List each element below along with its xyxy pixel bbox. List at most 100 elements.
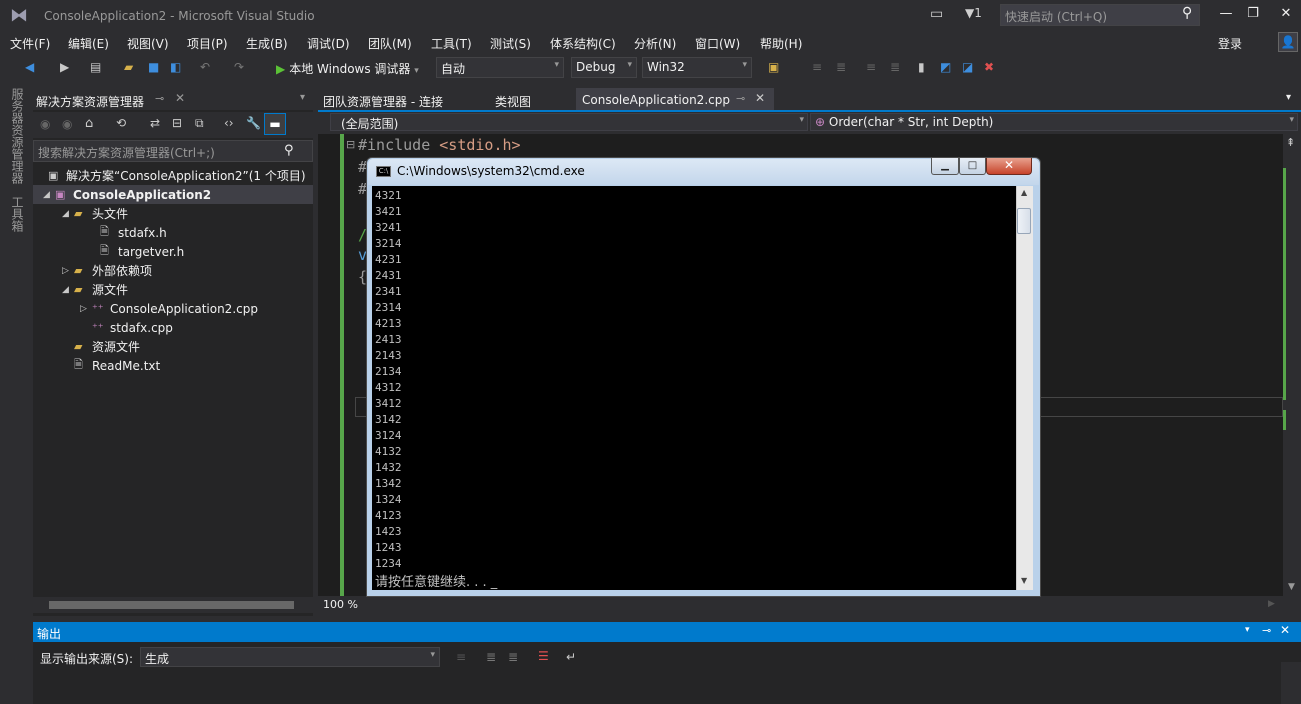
active-tab-label[interactable]: ConsoleApplication2.cpp [582,93,730,107]
home-icon[interactable]: ⌂ [85,116,93,131]
cmd-console-output[interactable] [372,186,1016,590]
next-message-icon[interactable]: ≣ [508,650,518,664]
scope-dropdown[interactable]: (全局范围) ▾ [330,113,808,131]
server-explorer-tab[interactable]: 服务器资源管理器 [9,88,26,184]
menu-build[interactable]: 生成(B) [246,35,288,52]
tree-item-main-cpp[interactable]: ▷ ⁺⁺ ConsoleApplication2.cpp [80,299,258,318]
tree-item-project[interactable]: ◢ ▣ ConsoleApplication2 [33,185,313,204]
notification-icon[interactable]: ▭ [930,6,943,22]
menu-edit[interactable]: 编辑(E) [68,35,109,52]
menu-project[interactable]: 项目(P) [187,35,228,52]
expanded-icon[interactable]: ◢ [62,209,74,219]
cmd-maximize-button[interactable]: □ [959,158,986,175]
word-wrap-icon[interactable]: ↵ [566,650,576,664]
split-icon[interactable]: ⇞ [1286,136,1295,149]
forward-icon[interactable]: ◉ [62,117,72,131]
scroll-thumb[interactable] [49,601,294,609]
editor-vscroll[interactable]: ⇞ ▼ [1283,134,1301,596]
menu-help[interactable]: 帮助(H) [760,35,802,52]
scroll-down-icon[interactable]: ▼ [1021,576,1027,585]
expanded-icon[interactable]: ◢ [62,285,74,295]
menu-analyze[interactable]: 分析(N) [634,35,676,52]
pin-icon[interactable]: ⊸ [1262,624,1271,637]
solution-explorer-hscroll[interactable] [33,597,313,613]
menu-team[interactable]: 团队(M) [368,35,412,52]
pin-icon[interactable]: ⊸ [155,92,164,105]
close-button[interactable]: ✕ [1274,4,1298,24]
tab-list-dropdown-icon[interactable]: ▾ [1286,92,1291,103]
redo-icon[interactable]: ↷ [234,60,244,74]
refresh-icon[interactable]: ⇄ [150,116,160,130]
save-icon[interactable]: ■ [148,60,159,74]
filter-icon[interactable]: ▼1 [965,6,982,20]
code-line[interactable]: #include <stdio.h> [358,136,521,154]
configuration-dropdown[interactable]: Debug ▾ [571,57,637,78]
run-mode-dropdown[interactable]: 自动 ▾ [436,57,564,78]
scroll-up-icon[interactable]: ▲ [1021,188,1027,197]
menu-file[interactable]: 文件(F) [10,35,50,52]
avatar-icon[interactable]: 👤 [1278,32,1298,52]
pin-icon[interactable]: ⊸ [736,92,745,105]
minimize-button[interactable]: — [1214,4,1238,24]
scroll-down-icon[interactable]: ▼ [1288,582,1295,592]
tree-item-stdafx-cpp[interactable]: ⁺⁺ stdafx.cpp [92,318,173,337]
cmd-close-button[interactable]: ✕ [986,158,1032,175]
output-vscroll[interactable] [1281,662,1301,704]
menu-tools[interactable]: 工具(T) [431,35,472,52]
sync-icon[interactable]: ⟲ [116,116,126,130]
login-link[interactable]: 登录 [1218,35,1242,52]
toolbox-tab[interactable]: 工具箱 [9,196,26,232]
properties-icon[interactable]: 🔧 [246,116,261,130]
next-bookmark-icon[interactable]: ◪ [962,60,973,74]
menu-view[interactable]: 视图(V) [127,35,169,52]
cmd-scroll-thumb[interactable] [1017,208,1031,234]
output-source-dropdown[interactable]: 生成 ▾ [140,647,440,667]
close-panel-icon[interactable]: ✕ [1280,623,1290,637]
back-icon[interactable]: ◉ [40,117,50,131]
cmd-vscroll[interactable]: ▲ ▼ [1016,186,1033,590]
uncomment-icon[interactable]: ≣ [890,60,900,74]
solution-search-input[interactable]: 搜索解决方案资源管理器(Ctrl+;) [33,140,313,162]
open-file-icon[interactable]: ▰ [124,60,133,74]
find-in-files-icon[interactable]: ▣ [768,60,779,74]
tab-team-explorer[interactable]: 团队资源管理器 - 连接 [323,93,443,110]
menu-debug[interactable]: 调试(D) [307,35,350,52]
forward-icon[interactable]: ▶ [60,60,69,74]
zoom-level[interactable]: 100 % [323,598,358,611]
collapse-outline-icon[interactable]: ⊟ [346,138,355,151]
clear-all-icon[interactable]: ☰ [538,649,549,663]
clear-bookmarks-icon[interactable]: ✖ [984,60,994,74]
panel-menu-icon[interactable]: ▾ [1245,625,1250,635]
tree-item-header-files[interactable]: ◢ ▰ 头文件 [62,204,128,223]
show-all-files-icon[interactable]: ⧉ [195,116,204,131]
expanded-icon[interactable]: ◢ [43,190,55,200]
preview-icon[interactable]: ▬ [264,113,286,135]
previous-message-icon[interactable]: ≣ [486,650,496,664]
tree-item-external-deps[interactable]: ▷ ▰ 外部依赖项 [62,261,152,280]
scroll-right-icon[interactable]: ▶ [1268,599,1275,609]
menu-test[interactable]: 测试(S) [490,35,531,52]
collapse-all-icon[interactable]: ⊟ [172,116,182,130]
close-panel-icon[interactable]: ✕ [175,91,185,105]
tree-item-targetver-h[interactable]: 🗎 targetver.h [100,242,184,261]
search-icon[interactable]: ⚲ [1182,5,1192,21]
go-to-message-icon[interactable]: ≡ [456,650,466,664]
indent-icon[interactable]: ≡ [812,60,822,74]
search-icon[interactable]: ⚲ [284,143,294,158]
start-debugging-button[interactable]: ▶ 本地 Windows 调试器 ▾ [276,57,419,78]
save-all-icon[interactable]: ◧ [170,60,181,74]
view-code-icon[interactable]: ‹› [224,116,234,130]
outdent-icon[interactable]: ≣ [836,60,846,74]
tree-item-solution[interactable]: ▣ 解决方案“ConsoleApplication2”(1 个项目) [36,166,313,185]
comment-icon[interactable]: ≡ [866,60,876,74]
panel-menu-icon[interactable]: ▾ [300,92,305,103]
tree-item-readme[interactable]: 🗎 ReadMe.txt [74,356,160,375]
collapsed-icon[interactable]: ▷ [62,266,74,276]
menu-window[interactable]: 窗口(W) [695,35,740,52]
editor-hscroll[interactable] [318,597,1301,613]
menu-architecture[interactable]: 体系结构(C) [550,35,616,52]
back-icon[interactable]: ◀ [25,60,34,74]
tree-item-stdafx-h[interactable]: 🗎 stdafx.h [100,223,167,242]
tree-item-resource-files[interactable]: ▰ 资源文件 [74,337,140,356]
restore-button[interactable]: ❐ [1241,4,1265,24]
